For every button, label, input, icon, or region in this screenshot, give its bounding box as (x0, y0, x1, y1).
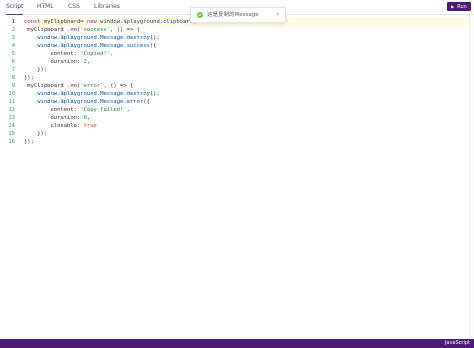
tab-libraries[interactable]: Libraries (94, 0, 120, 14)
run-button-label: Run (457, 4, 467, 10)
success-message-toast: 这是复制的Message × (190, 7, 286, 23)
code-line[interactable]: duration: 2, (24, 58, 90, 66)
line-number: 14 (8, 123, 15, 129)
code-line[interactable]: myClipboard .on('success', () => { (24, 26, 140, 34)
code-line[interactable]: window.$playground.Message.destroy(); (24, 34, 160, 42)
line-number: 6 (11, 59, 15, 65)
tab-css[interactable]: CSS (68, 0, 80, 14)
line-number: 5 (11, 51, 15, 57)
line-number: 10 (8, 91, 15, 97)
code-line[interactable]: content: 'Copied!', (24, 50, 113, 58)
playground-app: Script HTML CSS Libraries ▶ Run 1 2 3 4 5… (0, 0, 474, 348)
line-number: 12 (8, 107, 15, 113)
line-number: 1 (11, 19, 15, 25)
code-line[interactable]: }); (24, 130, 47, 138)
close-icon[interactable]: × (275, 8, 280, 22)
check-circle-icon (197, 12, 203, 18)
vertical-scrollbar[interactable] (469, 15, 474, 339)
code-line[interactable]: window.$playground.Message.success({ (24, 42, 156, 50)
line-number: 3 (11, 35, 15, 41)
code-line[interactable]: }); (24, 74, 34, 82)
code-area[interactable]: const myClipboard= new window.$playgroun… (24, 15, 470, 339)
line-number: 15 (8, 131, 15, 137)
language-indicator[interactable]: JavaScript (445, 339, 470, 348)
code-line[interactable]: closable: true (24, 122, 96, 130)
code-editor[interactable]: 1 2 3 4 5 6 7 8 9 10 11 12 13 14 15 16 c… (0, 15, 474, 339)
play-icon: ▶ (451, 4, 455, 9)
line-number: 16 (8, 139, 15, 145)
status-bar: JavaScript (0, 339, 474, 348)
line-number: 11 (8, 99, 15, 105)
run-button[interactable]: ▶ Run (447, 2, 471, 11)
line-number: 8 (11, 75, 15, 81)
line-number-gutter: 1 2 3 4 5 6 7 8 9 10 11 12 13 14 15 16 (0, 15, 18, 339)
code-line[interactable]: }); (24, 66, 47, 74)
line-number: 4 (11, 43, 15, 49)
tab-html[interactable]: HTML (37, 0, 54, 14)
code-line[interactable]: window.$playground.Message.destroy(); (24, 90, 160, 98)
line-number: 7 (11, 67, 15, 73)
code-line[interactable]: duration: 0, (24, 114, 90, 122)
toast-text: 这是复制的Message (207, 12, 259, 18)
tab-script[interactable]: Script (6, 0, 24, 15)
code-line[interactable]: content: 'Copy failed!', (24, 106, 129, 114)
line-number: 13 (8, 115, 15, 121)
line-number: 9 (11, 83, 15, 89)
code-line[interactable]: window.$playground.Message.error({ (24, 98, 150, 106)
code-line[interactable]: myClipboard .on('error', () => { (24, 82, 133, 90)
line-number: 2 (11, 27, 15, 33)
code-line[interactable]: }); (24, 138, 34, 146)
